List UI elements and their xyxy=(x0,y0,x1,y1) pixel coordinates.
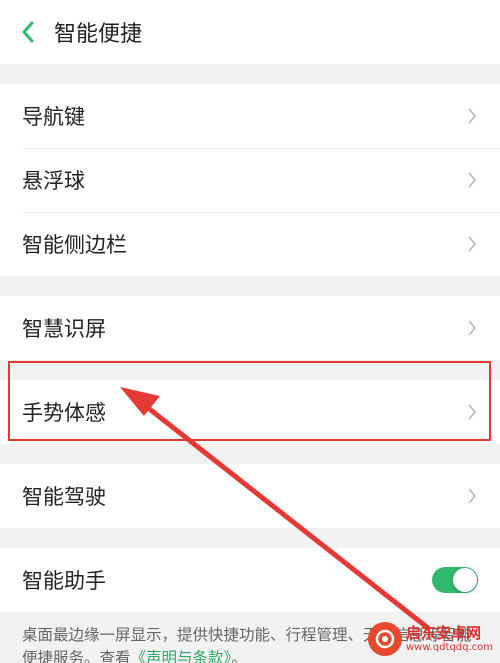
chevron-right-icon xyxy=(468,320,477,336)
settings-item-label: 导航键 xyxy=(22,105,85,129)
settings-item-smart-screen-recognition[interactable]: 智慧识屏 xyxy=(0,296,500,360)
settings-item-smart-driving[interactable]: 智能驾驶 xyxy=(0,464,500,528)
top-bar: 智能便捷 xyxy=(0,0,500,64)
chevron-right-icon xyxy=(468,488,477,504)
chevron-right-icon xyxy=(468,404,477,420)
settings-item-label: 智慧识屏 xyxy=(22,317,106,341)
settings-group-1: 导航键 悬浮球 智能侧边栏 xyxy=(0,84,500,276)
watermark-logo-icon xyxy=(368,622,402,656)
settings-item-floating-ball[interactable]: 悬浮球 xyxy=(0,148,500,212)
settings-group-5: 智能助手 xyxy=(0,548,500,612)
settings-item-smart-sidebar[interactable]: 智能侧边栏 xyxy=(0,212,500,276)
watermark-url: www.qdtqdq.com xyxy=(406,642,493,653)
watermark: 启东安卓网 www.qdtqdq.com xyxy=(368,619,494,659)
settings-item-label: 悬浮球 xyxy=(22,169,85,193)
settings-item-label: 智能驾驶 xyxy=(22,485,106,509)
settings-item-smart-assistant: 智能助手 xyxy=(0,548,500,612)
section-gap xyxy=(0,528,500,548)
section-gap xyxy=(0,276,500,296)
settings-item-navigation-keys[interactable]: 导航键 xyxy=(0,84,500,148)
description-suffix: 。 xyxy=(231,649,247,663)
section-gap xyxy=(0,444,500,464)
settings-group-2: 智慧识屏 xyxy=(0,296,500,360)
toggle-knob xyxy=(453,568,477,592)
back-button[interactable] xyxy=(14,18,42,46)
settings-group-4: 智能驾驶 xyxy=(0,464,500,528)
settings-group-3: 手势体感 xyxy=(0,380,500,444)
section-gap xyxy=(0,64,500,84)
watermark-text: 启东安卓网 www.qdtqdq.com xyxy=(406,624,493,654)
smart-assistant-toggle[interactable] xyxy=(432,567,478,593)
settings-item-label: 智能助手 xyxy=(22,569,106,593)
section-gap xyxy=(0,360,500,380)
watermark-name: 启东安卓网 xyxy=(406,624,482,642)
chevron-right-icon xyxy=(468,108,477,124)
chevron-right-icon xyxy=(468,236,477,252)
settings-item-label: 智能侧边栏 xyxy=(22,233,127,257)
chevron-left-icon xyxy=(22,21,34,43)
settings-item-gestures-motions[interactable]: 手势体感 xyxy=(0,380,500,444)
terms-link[interactable]: 《声明与条款》 xyxy=(131,649,232,663)
chevron-right-icon xyxy=(468,172,477,188)
page-title: 智能便捷 xyxy=(54,22,143,47)
settings-item-label: 手势体感 xyxy=(22,401,106,425)
